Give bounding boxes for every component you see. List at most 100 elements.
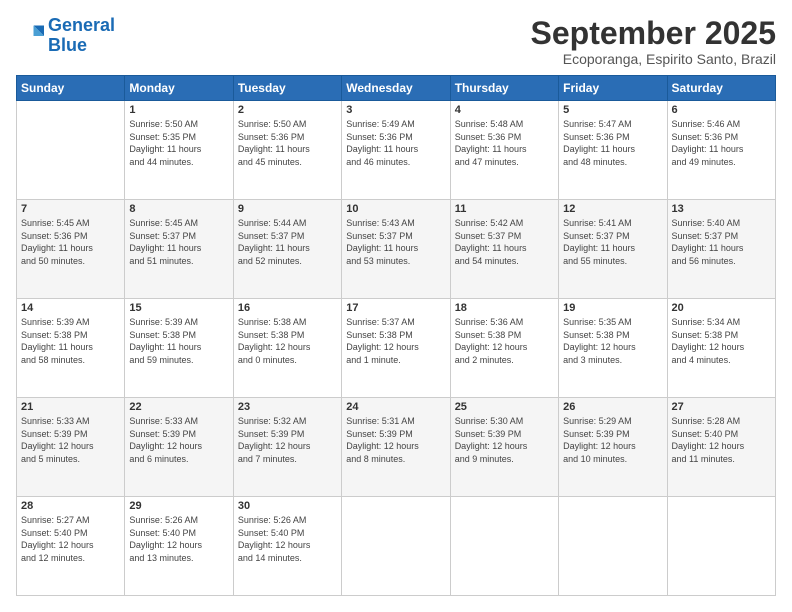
calendar-cell: 2Sunrise: 5:50 AMSunset: 5:36 PMDaylight… xyxy=(233,101,341,200)
day-number: 18 xyxy=(455,302,554,314)
day-number: 30 xyxy=(238,500,337,512)
calendar-cell: 9Sunrise: 5:44 AMSunset: 5:37 PMDaylight… xyxy=(233,200,341,299)
calendar-cell xyxy=(559,497,667,596)
calendar-cell: 11 Sunrise: 5:42 AMSunset: 5:37 PMDayligh… xyxy=(450,200,558,299)
day-number: 1 xyxy=(129,104,228,116)
day-number: 15 xyxy=(129,302,228,314)
calendar-cell: 10 Sunrise: 5:43 AMSunset: 5:37 PMDayligh… xyxy=(342,200,450,299)
logo: General Blue xyxy=(16,16,115,56)
calendar-header-sunday: Sunday xyxy=(17,76,125,101)
calendar-cell: 4Sunrise: 5:48 AMSunset: 5:36 PMDaylight… xyxy=(450,101,558,200)
day-number: 20 xyxy=(672,302,771,314)
logo-icon xyxy=(16,22,44,50)
day-info: Sunrise: 5:33 AMSunset: 5:39 PMDaylight:… xyxy=(129,415,228,465)
calendar-cell: 21Sunrise: 5:33 AMSunset: 5:39 PMDayligh… xyxy=(17,398,125,497)
calendar-cell: 25 Sunrise: 5:30 AMSunset: 5:39 PMDayligh… xyxy=(450,398,558,497)
calendar-week-row: 21Sunrise: 5:33 AMSunset: 5:39 PMDayligh… xyxy=(17,398,776,497)
calendar-cell: 6 Sunrise: 5:46 AMSunset: 5:36 PMDaylight… xyxy=(667,101,775,200)
calendar-cell: 28 Sunrise: 5:27 AMSunset: 5:40 PMDayligh… xyxy=(17,497,125,596)
day-info: Sunrise: 5:49 AMSunset: 5:36 PMDaylight:… xyxy=(346,118,445,168)
calendar-cell: 14 Sunrise: 5:39 AMSunset: 5:38 PMDayligh… xyxy=(17,299,125,398)
day-number: 24 xyxy=(346,401,445,413)
calendar-header-saturday: Saturday xyxy=(667,76,775,101)
day-number: 16 xyxy=(238,302,337,314)
day-number: 26 xyxy=(563,401,662,413)
calendar-header-row: SundayMondayTuesdayWednesdayThursdayFrid… xyxy=(17,76,776,101)
day-info: Sunrise: 5:47 AMSunset: 5:36 PMDaylight:… xyxy=(563,118,662,168)
calendar-cell xyxy=(667,497,775,596)
logo-text: General Blue xyxy=(48,16,115,56)
day-info: Sunrise: 5:31 AMSunset: 5:39 PMDaylight:… xyxy=(346,415,445,465)
calendar-cell: 20 Sunrise: 5:34 AMSunset: 5:38 PMDayligh… xyxy=(667,299,775,398)
day-number: 22 xyxy=(129,401,228,413)
day-info: Sunrise: 5:45 AMSunset: 5:37 PMDaylight:… xyxy=(129,217,228,267)
calendar-header-monday: Monday xyxy=(125,76,233,101)
calendar-cell: 22 Sunrise: 5:33 AMSunset: 5:39 PMDayligh… xyxy=(125,398,233,497)
calendar-cell: 7 Sunrise: 5:45 AMSunset: 5:36 PMDaylight… xyxy=(17,200,125,299)
day-number: 7 xyxy=(21,203,120,215)
day-number: 14 xyxy=(21,302,120,314)
day-info: Sunrise: 5:26 AMSunset: 5:40 PMDaylight:… xyxy=(129,514,228,564)
day-info: Sunrise: 5:35 AMSunset: 5:38 PMDaylight:… xyxy=(563,316,662,366)
calendar-week-row: 28 Sunrise: 5:27 AMSunset: 5:40 PMDayligh… xyxy=(17,497,776,596)
title-block: September 2025 Ecoporanga, Espirito Sant… xyxy=(531,16,776,67)
day-info: Sunrise: 5:46 AMSunset: 5:36 PMDaylight:… xyxy=(672,118,771,168)
day-info: Sunrise: 5:34 AMSunset: 5:38 PMDaylight:… xyxy=(672,316,771,366)
day-number: 6 xyxy=(672,104,771,116)
day-info: Sunrise: 5:26 AMSunset: 5:40 PMDaylight:… xyxy=(238,514,337,564)
day-info: Sunrise: 5:50 AMSunset: 5:35 PMDaylight:… xyxy=(129,118,228,168)
day-number: 10 xyxy=(346,203,445,215)
calendar-cell: 1 Sunrise: 5:50 AMSunset: 5:35 PMDaylight… xyxy=(125,101,233,200)
calendar-header-friday: Friday xyxy=(559,76,667,101)
day-info: Sunrise: 5:38 AMSunset: 5:38 PMDaylight:… xyxy=(238,316,337,366)
calendar-cell: 30 Sunrise: 5:26 AMSunset: 5:40 PMDayligh… xyxy=(233,497,341,596)
day-number: 13 xyxy=(672,203,771,215)
logo-line2: Blue xyxy=(48,35,87,55)
calendar-cell: 23 Sunrise: 5:32 AMSunset: 5:39 PMDayligh… xyxy=(233,398,341,497)
day-number: 28 xyxy=(21,500,120,512)
day-number: 25 xyxy=(455,401,554,413)
calendar-cell xyxy=(450,497,558,596)
calendar-cell: 17Sunrise: 5:37 AMSunset: 5:38 PMDayligh… xyxy=(342,299,450,398)
day-number: 11 xyxy=(455,203,554,215)
day-info: Sunrise: 5:45 AMSunset: 5:36 PMDaylight:… xyxy=(21,217,120,267)
day-number: 8 xyxy=(129,203,228,215)
calendar-cell xyxy=(17,101,125,200)
logo-line1: General xyxy=(48,15,115,35)
day-number: 19 xyxy=(563,302,662,314)
day-info: Sunrise: 5:28 AMSunset: 5:40 PMDaylight:… xyxy=(672,415,771,465)
calendar-cell xyxy=(342,497,450,596)
calendar-cell: 5Sunrise: 5:47 AMSunset: 5:36 PMDaylight… xyxy=(559,101,667,200)
calendar-cell: 24 Sunrise: 5:31 AMSunset: 5:39 PMDayligh… xyxy=(342,398,450,497)
calendar-cell: 3Sunrise: 5:49 AMSunset: 5:36 PMDaylight… xyxy=(342,101,450,200)
day-number: 27 xyxy=(672,401,771,413)
day-number: 23 xyxy=(238,401,337,413)
day-number: 17 xyxy=(346,302,445,314)
calendar-table: SundayMondayTuesdayWednesdayThursdayFrid… xyxy=(16,75,776,596)
day-number: 29 xyxy=(129,500,228,512)
month-title: September 2025 xyxy=(531,16,776,51)
calendar-header-wednesday: Wednesday xyxy=(342,76,450,101)
calendar-cell: 8 Sunrise: 5:45 AMSunset: 5:37 PMDaylight… xyxy=(125,200,233,299)
day-info: Sunrise: 5:39 AMSunset: 5:38 PMDaylight:… xyxy=(21,316,120,366)
day-info: Sunrise: 5:41 AMSunset: 5:37 PMDaylight:… xyxy=(563,217,662,267)
day-info: Sunrise: 5:33 AMSunset: 5:39 PMDaylight:… xyxy=(21,415,120,465)
calendar-cell: 13 Sunrise: 5:40 AMSunset: 5:37 PMDayligh… xyxy=(667,200,775,299)
day-info: Sunrise: 5:32 AMSunset: 5:39 PMDaylight:… xyxy=(238,415,337,465)
day-info: Sunrise: 5:40 AMSunset: 5:37 PMDaylight:… xyxy=(672,217,771,267)
day-info: Sunrise: 5:29 AMSunset: 5:39 PMDaylight:… xyxy=(563,415,662,465)
calendar-week-row: 1 Sunrise: 5:50 AMSunset: 5:35 PMDaylight… xyxy=(17,101,776,200)
day-info: Sunrise: 5:42 AMSunset: 5:37 PMDaylight:… xyxy=(455,217,554,267)
calendar-week-row: 14 Sunrise: 5:39 AMSunset: 5:38 PMDayligh… xyxy=(17,299,776,398)
calendar-cell: 26 Sunrise: 5:29 AMSunset: 5:39 PMDayligh… xyxy=(559,398,667,497)
day-info: Sunrise: 5:27 AMSunset: 5:40 PMDaylight:… xyxy=(21,514,120,564)
page: General Blue September 2025 Ecoporanga, … xyxy=(0,0,792,612)
day-info: Sunrise: 5:43 AMSunset: 5:37 PMDaylight:… xyxy=(346,217,445,267)
day-info: Sunrise: 5:48 AMSunset: 5:36 PMDaylight:… xyxy=(455,118,554,168)
calendar-cell: 12Sunrise: 5:41 AMSunset: 5:37 PMDayligh… xyxy=(559,200,667,299)
calendar-cell: 15Sunrise: 5:39 AMSunset: 5:38 PMDayligh… xyxy=(125,299,233,398)
header: General Blue September 2025 Ecoporanga, … xyxy=(16,16,776,67)
day-info: Sunrise: 5:50 AMSunset: 5:36 PMDaylight:… xyxy=(238,118,337,168)
calendar-cell: 27 Sunrise: 5:28 AMSunset: 5:40 PMDayligh… xyxy=(667,398,775,497)
day-info: Sunrise: 5:30 AMSunset: 5:39 PMDaylight:… xyxy=(455,415,554,465)
